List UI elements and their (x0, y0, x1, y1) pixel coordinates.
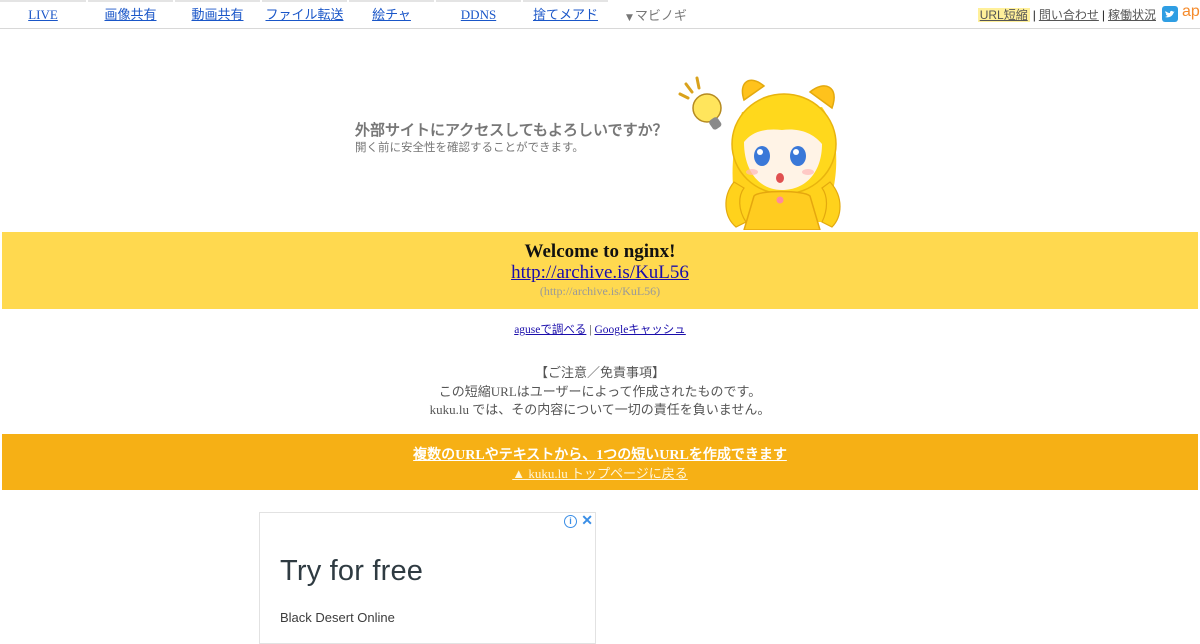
mabinogi-dropdown[interactable]: ▼ マビノギ (626, 5, 687, 24)
page-question-subtitle: 開く前に安全性を確認することができます。 (355, 140, 584, 154)
page-question: 外部サイトにアクセスしてもよろしいですか？ (355, 121, 668, 139)
info-icon[interactable]: i (564, 515, 577, 528)
status-link[interactable]: 稼働状況 (1108, 8, 1156, 22)
tab-image-share[interactable]: 画像共有 (88, 0, 173, 28)
safety-check-links: aguseで調べる | Googleキャッシュ (0, 321, 1200, 337)
target-url-panel: Welcome to nginx! http://archive.is/KuL5… (2, 232, 1198, 309)
header-links: URL短縮 | 問い合わせ | 稼働状況 (977, 6, 1156, 23)
tab-live[interactable]: LIVE (0, 0, 86, 28)
target-page-title: Welcome to nginx! (524, 241, 676, 262)
ad-advertiser[interactable]: Black Desert Online (280, 610, 395, 625)
disclaimer-title: 【ご注意／免責事項】 (534, 365, 665, 380)
nav-tabs: LIVE 画像共有 動画共有 ファイル転送 絵チャ DDNS 捨てメアド (0, 0, 610, 28)
ap-logo[interactable]: ap (1182, 3, 1200, 21)
disclaimer-line-2: kuku.lu では、その内容について一切の責任を負いません。 (429, 402, 771, 417)
contact-link[interactable]: 問い合わせ (1039, 8, 1099, 22)
url-shortener-link[interactable]: URL短縮 (977, 8, 1030, 22)
target-url-link[interactable]: http://archive.is/KuL56 (2, 262, 1198, 284)
separator: | (1032, 8, 1036, 22)
separator: | (1101, 8, 1105, 22)
promo-panel: 複数のURLやテキストから、1つの短いURLを作成できます ▲ kuku.lu … (2, 434, 1198, 490)
mascot-illustration (678, 76, 841, 230)
create-short-url-link[interactable]: 複数のURLやテキストから、1つの短いURLを作成できます (2, 444, 1198, 464)
twitter-icon[interactable] (1162, 6, 1178, 22)
google-cache-link[interactable]: Googleキャッシュ (594, 324, 685, 336)
disclaimer: 【ご注意／免責事項】 この短縮URLはユーザーによって作成されたものです。 ku… (0, 364, 1200, 420)
tab-ddns[interactable]: DDNS (436, 0, 521, 28)
aguse-link[interactable]: aguseで調べる (514, 324, 586, 336)
top-navigation: LIVE 画像共有 動画共有 ファイル転送 絵チャ DDNS 捨てメアド ▼ マビ… (0, 0, 1200, 29)
advertisement[interactable]: i ✕ Try for free Black Desert Online (259, 512, 596, 644)
target-url-raw: (http://archive.is/KuL56) (539, 284, 661, 298)
disclaimer-line-1: この短縮URLはユーザーによって作成されたものです。 (438, 383, 762, 399)
tab-video-share[interactable]: 動画共有 (175, 0, 260, 28)
tab-draw-chat[interactable]: 絵チャ (349, 0, 434, 28)
dropdown-label: マビノギ (634, 9, 687, 24)
ad-headline[interactable]: Try for free (280, 555, 423, 588)
lightbulb-icon (678, 76, 722, 130)
tab-disposable-mail[interactable]: 捨てメアド (523, 0, 608, 28)
tab-file-transfer[interactable]: ファイル転送 (262, 0, 347, 28)
back-to-top-link[interactable]: ▲ kuku.lu トップページに戻る (2, 463, 1198, 482)
triangle-down-icon: ▼ (626, 13, 633, 23)
separator: | (589, 324, 592, 336)
close-icon[interactable]: ✕ (581, 512, 593, 529)
